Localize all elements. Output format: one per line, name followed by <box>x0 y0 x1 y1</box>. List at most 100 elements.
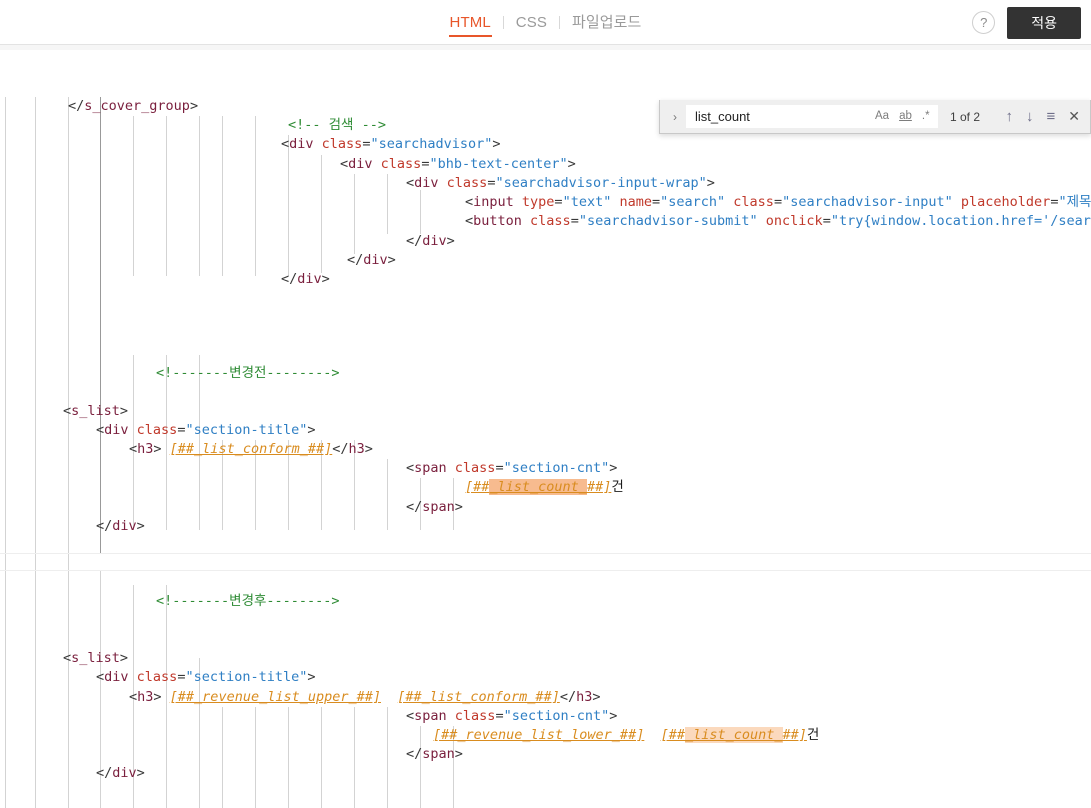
editor-tabs: HTML CSS 파일업로드 <box>438 0 654 45</box>
code-token: [##_list_conform_##] <box>397 689 560 705</box>
toggle-replace-icon[interactable]: › <box>668 110 682 124</box>
code-line[interactable]: <s_list> <box>63 649 128 668</box>
code-token: > <box>592 689 601 705</box>
next-match-icon[interactable]: ↓ <box>1026 109 1034 124</box>
find-input[interactable] <box>693 106 873 127</box>
code-token: < <box>465 213 474 229</box>
code-token: </ <box>347 252 364 268</box>
help-icon[interactable]: ? <box>972 11 996 34</box>
code-token: "try{window.location.href='/search/' <box>830 213 1091 229</box>
code-token: h3 <box>137 441 154 457</box>
code-token: span <box>414 460 447 476</box>
code-token: "section-cnt" <box>503 708 610 724</box>
code-line[interactable]: <h3> [##_revenue_list_upper_##] [##_list… <box>129 688 601 707</box>
code-token: onclick <box>757 213 823 229</box>
code-token: [##_revenue_list_upper_##] <box>169 689 381 705</box>
tab-html[interactable]: HTML <box>438 0 503 45</box>
code-line[interactable]: [##_revenue_list_lower_##] [##_list_coun… <box>433 726 819 745</box>
code-token: s_cover_group <box>84 98 190 114</box>
code-token: = <box>570 213 579 229</box>
match-case-icon[interactable]: Aa <box>873 109 891 124</box>
code-token: div <box>348 156 373 172</box>
code-token: class <box>521 213 571 229</box>
code-line[interactable]: </div> <box>347 251 396 270</box>
code-line[interactable]: </s_cover_group> <box>68 97 198 116</box>
use-regex-icon[interactable]: .* <box>920 109 932 124</box>
code-line[interactable]: <div class="section-title"> <box>96 421 316 440</box>
code-token: name <box>611 194 652 210</box>
code-line[interactable]: <s_list> <box>63 402 128 421</box>
code-line[interactable]: <button class="searchadvisor-submit" onc… <box>465 212 1091 231</box>
code-token: span <box>422 499 455 515</box>
code-line[interactable]: <h3> [##_list_conform_##]</h3> <box>129 440 373 459</box>
code-token: [##_list_conform_##] <box>169 441 333 457</box>
whole-word-icon[interactable]: ab <box>897 109 914 124</box>
toolbar-actions: ? 적용 <box>972 0 1081 45</box>
code-token: > <box>609 460 618 476</box>
code-line[interactable]: </div> <box>281 270 330 289</box>
code-line[interactable]: <span class="section-cnt"> <box>406 707 617 726</box>
code-token: class <box>446 708 496 724</box>
code-token: < <box>96 422 105 438</box>
code-line[interactable]: <div class="section-title"> <box>96 668 316 687</box>
code-token: = <box>822 213 831 229</box>
code-token: > <box>446 233 455 249</box>
code-token: 건 <box>611 479 624 495</box>
code-line[interactable]: <input type="text" name="search" class="… <box>465 193 1091 212</box>
close-icon[interactable]: ✕ <box>1068 109 1080 124</box>
previous-match-icon[interactable]: ↑ <box>1006 109 1014 124</box>
code-token: > <box>454 499 463 515</box>
code-token: </ <box>406 233 423 249</box>
code-line[interactable]: <span class="section-cnt"> <box>406 459 617 478</box>
code-editor[interactable]: </s_cover_group> <!-- 검색 --> <div class="s… <box>0 45 1091 808</box>
code-token: "제목, 내 <box>1058 194 1091 210</box>
tab-file-upload[interactable]: 파일업로드 <box>560 0 654 45</box>
code-line[interactable]: </div> <box>96 517 145 536</box>
code-token: placeholder <box>952 194 1051 210</box>
code-token: class <box>313 136 363 152</box>
code-line[interactable]: <!-- 검색 --> <box>288 116 386 135</box>
code-line[interactable]: <!-------변경후--------> <box>156 592 340 611</box>
code-line[interactable]: </div> <box>406 232 455 251</box>
code-token: [##_revenue_list_lower_##] <box>433 727 645 743</box>
code-line[interactable]: </span> <box>406 498 463 517</box>
code-token: > <box>387 252 396 268</box>
code-token: <!-------변경전--------> <box>156 365 340 381</box>
code-line[interactable]: <!-------변경전--------> <box>156 364 340 383</box>
code-token: div <box>422 233 447 249</box>
code-line[interactable]: <div class="searchadvisor-input-wrap"> <box>406 174 715 193</box>
code-token: "search" <box>660 194 726 210</box>
code-line[interactable]: <div class="bhb-text-center"> <box>340 155 576 174</box>
code-token: > <box>706 175 715 191</box>
code-token: </ <box>406 499 423 515</box>
code-line[interactable]: <div class="searchadvisor"> <box>281 135 501 154</box>
code-token: div <box>112 765 137 781</box>
code-token: "text" <box>562 194 612 210</box>
code-token: "searchadvisor" <box>370 136 493 152</box>
code-token: h3 <box>348 441 365 457</box>
code-line[interactable]: [##_list_count_##]건 <box>465 478 624 497</box>
code-token: > <box>119 650 129 666</box>
find-in-selection-icon[interactable]: ≡ <box>1047 109 1056 124</box>
tab-css[interactable]: CSS <box>504 0 559 45</box>
find-options: Aa ab .* <box>873 109 936 124</box>
code-token: > <box>492 136 501 152</box>
code-token: class <box>438 175 488 191</box>
code-token: "bhb-text-center" <box>429 156 568 172</box>
find-input-wrap[interactable]: Aa ab .* <box>686 105 938 128</box>
code-token: class <box>446 460 496 476</box>
code-token: h3 <box>576 689 593 705</box>
code-content[interactable]: </s_cover_group> <!-- 검색 --> <div class="s… <box>0 45 1091 808</box>
find-widget[interactable]: › Aa ab .* 1 of 2 ↑ ↓ ≡ ✕ <box>659 100 1091 134</box>
code-token: "searchadvisor-input" <box>782 194 953 210</box>
code-line[interactable]: </div> <box>96 764 145 783</box>
code-token: < <box>96 669 105 685</box>
code-token: < <box>129 441 138 457</box>
find-actions: ↑ ↓ ≡ ✕ <box>1006 109 1085 125</box>
code-line[interactable]: </span> <box>406 745 463 764</box>
apply-button[interactable]: 적용 <box>1007 6 1081 39</box>
code-token: < <box>406 460 415 476</box>
code-token: "section-cnt" <box>503 460 610 476</box>
